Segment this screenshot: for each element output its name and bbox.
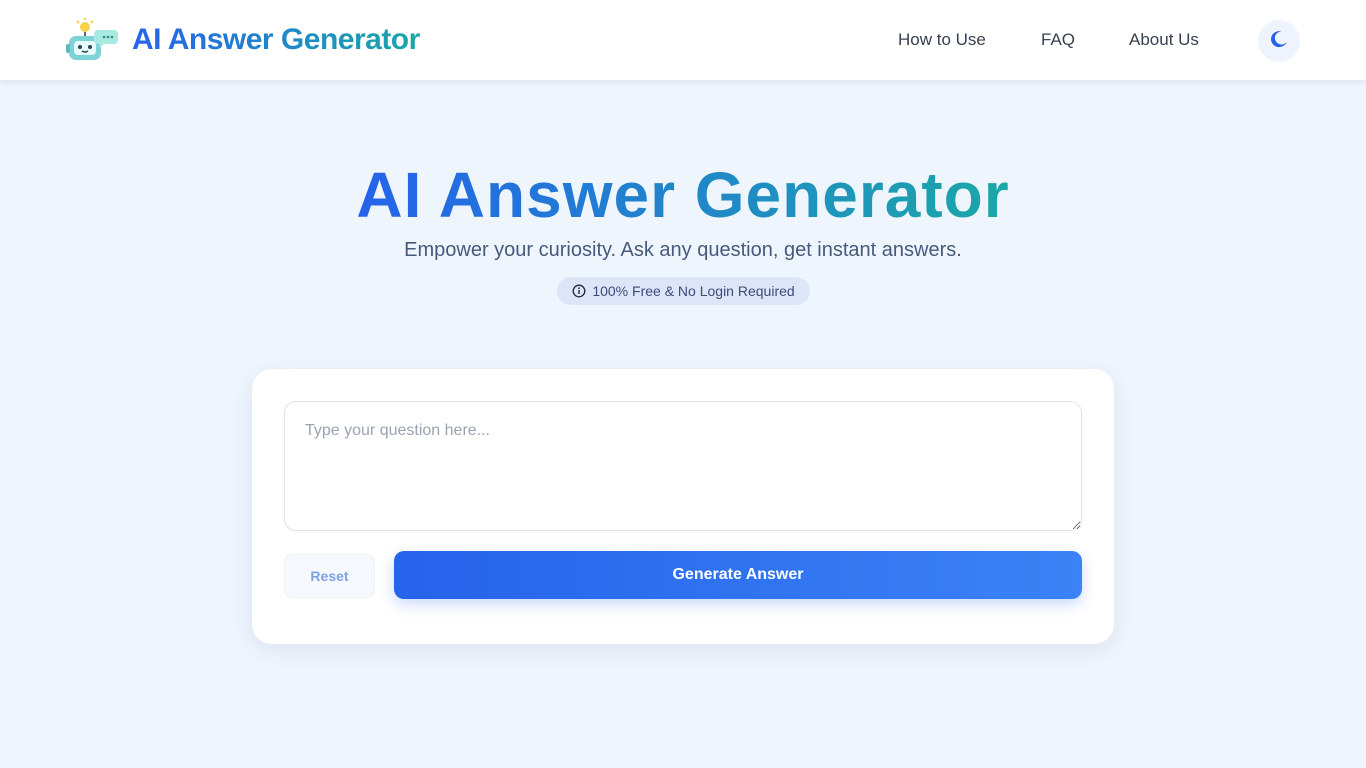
- info-icon: [572, 284, 586, 298]
- generate-answer-button[interactable]: Generate Answer: [394, 551, 1082, 599]
- page-subtitle: Empower your curiosity. Ask any question…: [404, 239, 962, 261]
- question-card: Reset Generate Answer: [252, 369, 1114, 644]
- theme-toggle-button[interactable]: [1258, 20, 1300, 62]
- robot-icon: [64, 16, 118, 64]
- free-badge: 100% Free & No Login Required: [557, 277, 810, 305]
- moon-icon: [1269, 29, 1289, 54]
- brand-logo-link[interactable]: AI Answer Generator: [64, 16, 420, 64]
- nav-how-to-use[interactable]: How to Use: [898, 30, 986, 50]
- page-title: AI Answer Generator: [356, 159, 1010, 231]
- reset-button[interactable]: Reset: [284, 554, 375, 598]
- nav-faq[interactable]: FAQ: [1041, 30, 1075, 50]
- nav-about-us[interactable]: About Us: [1129, 30, 1199, 50]
- brand-name: AI Answer Generator: [132, 23, 420, 56]
- badge-text: 100% Free & No Login Required: [592, 283, 795, 299]
- question-input[interactable]: [284, 401, 1082, 531]
- site-header: AI Answer Generator How to Use FAQ About…: [0, 0, 1366, 80]
